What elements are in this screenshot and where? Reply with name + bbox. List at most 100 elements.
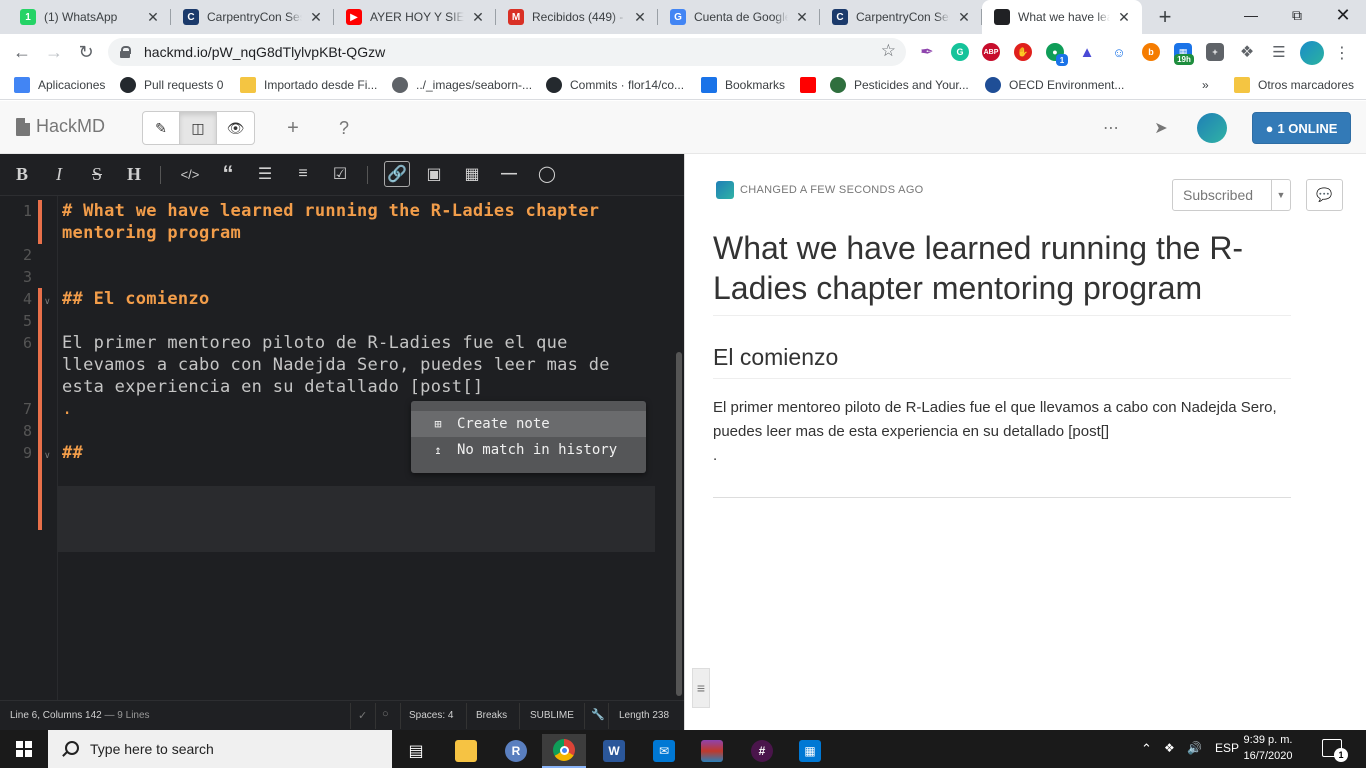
mail-button[interactable]: ✉ bbox=[642, 734, 686, 768]
bookmark-item[interactable]: Aplicaciones bbox=[14, 76, 105, 94]
editor-line[interactable]: . bbox=[62, 398, 73, 420]
bookmark-item[interactable]: Pull requests 0 bbox=[120, 76, 223, 94]
autocomplete-history[interactable]: ↥ No match in history bbox=[411, 437, 646, 463]
editor-line[interactable]: ## bbox=[62, 442, 83, 464]
chrome-button[interactable] bbox=[542, 734, 586, 768]
browser-tab[interactable]: C CarpentryCon Sessions ✕ bbox=[820, 0, 982, 34]
bookmark-item[interactable]: Bookmarks bbox=[701, 76, 785, 94]
close-tab-icon[interactable]: ✕ bbox=[956, 9, 972, 26]
breaks-toggle[interactable]: Breaks bbox=[476, 710, 507, 721]
subscription-dropdown[interactable]: Subscribed ▼ bbox=[1172, 179, 1291, 211]
editor-line[interactable]: esta experiencia en su detallado [post[] bbox=[62, 376, 483, 398]
bookmark-item[interactable] bbox=[800, 76, 824, 94]
adblock-extension-icon[interactable]: ✋ bbox=[1014, 43, 1032, 61]
word-button[interactable]: W bbox=[592, 734, 636, 768]
check-icon[interactable]: ✓ bbox=[358, 709, 367, 722]
graduation-cap-extension-icon[interactable]: ▲ bbox=[1078, 43, 1096, 61]
slack-button[interactable]: # bbox=[740, 734, 784, 768]
fold-arrow-icon[interactable]: ∨ bbox=[44, 450, 51, 461]
close-tab-icon[interactable]: ✕ bbox=[145, 9, 161, 26]
bold-button[interactable]: B bbox=[9, 161, 35, 187]
bookmark-item[interactable]: ../_images/seaborn-... bbox=[392, 76, 532, 94]
add-comment-extension-icon[interactable]: + bbox=[1206, 43, 1224, 61]
share-icon[interactable]: ➤ bbox=[1144, 111, 1178, 145]
restore-button[interactable]: ⧉ bbox=[1274, 0, 1320, 30]
link-button[interactable]: 🔗 bbox=[384, 161, 410, 187]
media-queue-icon[interactable]: ☰ bbox=[1270, 43, 1288, 61]
comments-button[interactable]: 💬 bbox=[1306, 179, 1343, 211]
volume-icon[interactable]: 🔊 bbox=[1187, 741, 1202, 755]
bookmark-item[interactable]: OECD Environment... bbox=[985, 76, 1124, 94]
extensions-puzzle-icon[interactable]: ❖ bbox=[1238, 43, 1256, 61]
close-tab-icon[interactable]: ✕ bbox=[1116, 9, 1132, 26]
browser-tab[interactable]: C CarpentryCon Sessions ✕ bbox=[171, 0, 334, 34]
code-button[interactable]: </> bbox=[177, 161, 203, 187]
browser-tab[interactable]: 1 (1) WhatsApp ✕ bbox=[8, 0, 171, 34]
bookmark-item[interactable]: Otros marcadores bbox=[1234, 76, 1354, 94]
bookmark-star-icon[interactable]: ☆ bbox=[881, 41, 896, 61]
pane-divider[interactable] bbox=[684, 154, 692, 730]
image-button[interactable]: ▣ bbox=[421, 161, 447, 187]
editor-scrollbar[interactable] bbox=[676, 352, 682, 696]
people-extension-icon[interactable]: ☺ bbox=[1110, 43, 1128, 61]
editor-line[interactable]: ## El comienzo bbox=[62, 288, 210, 310]
task-view-button[interactable]: ▤ bbox=[394, 734, 438, 768]
wrench-icon[interactable]: 🔧 bbox=[591, 708, 605, 721]
address-bar[interactable]: hackmd.io/pW_nqG8dTlylvpKBt-QGzw ☆ bbox=[108, 38, 906, 66]
fold-arrow-icon[interactable]: ∨ bbox=[44, 296, 51, 307]
close-tab-icon[interactable]: ✕ bbox=[308, 9, 324, 26]
checklist-button[interactable]: ☑ bbox=[327, 161, 353, 187]
taskbar-search[interactable]: Type here to search bbox=[48, 730, 392, 768]
browser-menu-icon[interactable]: ⋮ bbox=[1334, 40, 1350, 66]
bookmark-item[interactable]: Importado desde Fi... bbox=[240, 76, 377, 94]
editor-line[interactable]: llevamos a cabo con Nadejda Sero, puedes… bbox=[62, 354, 610, 376]
bookmark-item[interactable]: Commits · flor14/co... bbox=[546, 76, 684, 94]
split-mode-button[interactable]: ◫ bbox=[180, 112, 217, 144]
hackmd-logo[interactable]: HackMD bbox=[16, 116, 105, 137]
close-tab-icon[interactable]: ✕ bbox=[632, 9, 648, 26]
new-note-button[interactable]: + bbox=[276, 111, 310, 145]
editor-line[interactable]: # What we have learned running the R-Lad… bbox=[62, 200, 599, 222]
autocomplete-create-note[interactable]: ⊞ Create note bbox=[411, 411, 646, 437]
calendar-app-button[interactable]: ▦ bbox=[788, 734, 832, 768]
minimize-button[interactable]: — bbox=[1228, 0, 1274, 30]
online-users-button[interactable]: ● 1 ONLINE bbox=[1252, 112, 1351, 144]
keymap-selector[interactable]: SUBLIME bbox=[530, 710, 574, 721]
start-button[interactable] bbox=[0, 730, 48, 768]
close-tab-icon[interactable]: ✕ bbox=[470, 9, 486, 26]
network-icon[interactable]: ❖ bbox=[1164, 741, 1175, 755]
view-mode-button[interactable]: 👁 bbox=[217, 112, 254, 144]
bookmark-item[interactable]: » bbox=[1202, 76, 1209, 94]
comment-button[interactable]: ◯ bbox=[534, 161, 560, 187]
quill-extension-icon[interactable]: ✒ bbox=[918, 43, 936, 61]
browser-tab[interactable]: M Recibidos (449) - flor ✕ bbox=[496, 0, 658, 34]
quote-button[interactable]: “ bbox=[215, 161, 241, 187]
editor-line[interactable]: mentoring program bbox=[62, 222, 241, 244]
close-tab-icon[interactable]: ✕ bbox=[794, 9, 810, 26]
file-explorer-button[interactable] bbox=[444, 734, 488, 768]
bookmark-item[interactable]: Pesticides and Your... bbox=[830, 76, 969, 94]
forward-button[interactable]: → bbox=[40, 38, 68, 66]
language-indicator[interactable]: ESP bbox=[1215, 741, 1239, 755]
adblock-plus-extension-icon[interactable]: ABP bbox=[982, 43, 1000, 61]
profile-avatar[interactable] bbox=[1300, 41, 1324, 65]
italic-button[interactable]: I bbox=[46, 161, 72, 187]
heading-button[interactable]: H bbox=[121, 161, 147, 187]
browser-tab[interactable]: G Cuenta de Google ✕ bbox=[658, 0, 820, 34]
browser-tab[interactable]: What we have learned ✕ bbox=[982, 0, 1142, 34]
window-close-button[interactable]: ✕ bbox=[1320, 0, 1366, 30]
show-hidden-icons-button[interactable]: ⌃ bbox=[1141, 741, 1152, 757]
author-avatar[interactable] bbox=[716, 181, 734, 199]
ordered-list-button[interactable]: ≡ bbox=[290, 161, 316, 187]
horizontal-line-button[interactable]: — bbox=[496, 161, 522, 187]
caret-down-icon[interactable]: ▼ bbox=[1271, 180, 1290, 210]
r-app-button[interactable]: R bbox=[494, 734, 538, 768]
help-button[interactable]: ? bbox=[327, 111, 361, 145]
more-menu-icon[interactable]: ⋯ bbox=[1094, 111, 1128, 145]
new-tab-button[interactable]: + bbox=[1152, 4, 1178, 30]
edit-mode-button[interactable]: ✎ bbox=[143, 112, 180, 144]
back-button[interactable]: ← bbox=[8, 38, 36, 66]
taskbar-clock[interactable]: 9:39 p. m. 16/7/2020 bbox=[1238, 732, 1298, 764]
winrar-button[interactable] bbox=[690, 734, 734, 768]
indent-setting[interactable]: Spaces: 4 bbox=[409, 710, 453, 721]
